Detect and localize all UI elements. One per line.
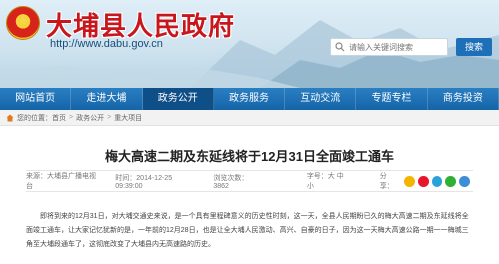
main-nav: 网站首页 走进大埔 政务公开 政务服务 互动交流 专题专栏 商务投资	[0, 88, 499, 110]
breadcrumb-separator: >	[69, 114, 74, 121]
article-body: 即将到来的12月31日，对大埔交通史来说，是一个具有里程碑意义的历史性时刻，这一…	[26, 210, 473, 256]
article-paragraph: 即将到来的12月31日，对大埔交通史来说，是一个具有里程碑意义的历史性时刻，这一…	[26, 213, 469, 248]
article-time: 时间：2014-12-25 09:39:00	[115, 174, 173, 190]
font-size-control[interactable]: 字号：大 中 小	[307, 171, 352, 191]
breadcrumb: 您的位置： 首页 > 政务公开 > 重大项目	[0, 110, 499, 126]
article-views: 浏览次数：3862	[213, 174, 249, 190]
nav-item-home[interactable]: 网站首页	[0, 88, 72, 110]
national-emblem-icon[interactable]	[6, 6, 40, 40]
search-box[interactable]	[330, 38, 448, 56]
search-input[interactable]	[349, 42, 445, 52]
share-label: 分享：	[379, 173, 394, 190]
breadcrumb-prefix: 您的位置：	[17, 114, 52, 122]
nav-item-interaction[interactable]: 互动交流	[285, 88, 357, 110]
search-icon	[335, 42, 345, 52]
wechat-share-icon[interactable]	[445, 175, 457, 187]
qzone-share-icon[interactable]	[404, 175, 415, 187]
nav-item-investment[interactable]: 商务投资	[428, 88, 499, 110]
article-title: 梅大高速二期及东延线将于12月31日全面竣工通车	[105, 149, 394, 164]
breadcrumb-separator: >	[107, 114, 112, 121]
article-source: 来源：大埔县广播电视台	[26, 173, 96, 190]
nav-item-about[interactable]: 走进大埔	[71, 88, 143, 110]
article-meta: 来源：大埔县广播电视台 时间：2014-12-25 09:39:00 浏览次数：…	[26, 170, 473, 192]
nav-item-gov-affairs[interactable]: 政务公开	[142, 88, 214, 110]
home-icon	[6, 114, 14, 121]
breadcrumb-major-projects-link[interactable]: 重大项目	[114, 113, 142, 123]
nav-item-gov-services[interactable]: 政务服务	[214, 88, 286, 110]
breadcrumb-gov-affairs-link[interactable]: 政务公开	[76, 113, 104, 123]
site-header: 大埔县人民政府 http://www.dabu.gov.cn 搜索	[0, 0, 499, 88]
weibo-share-icon[interactable]	[417, 175, 429, 187]
nav-item-topics[interactable]: 专题专栏	[356, 88, 428, 110]
breadcrumb-home-link[interactable]: 首页	[52, 113, 66, 123]
site-url: http://www.dabu.gov.cn	[50, 38, 163, 50]
tencent-weibo-share-icon[interactable]	[431, 175, 443, 187]
search-button[interactable]: 搜索	[456, 38, 492, 56]
more-share-icon[interactable]	[459, 175, 470, 187]
